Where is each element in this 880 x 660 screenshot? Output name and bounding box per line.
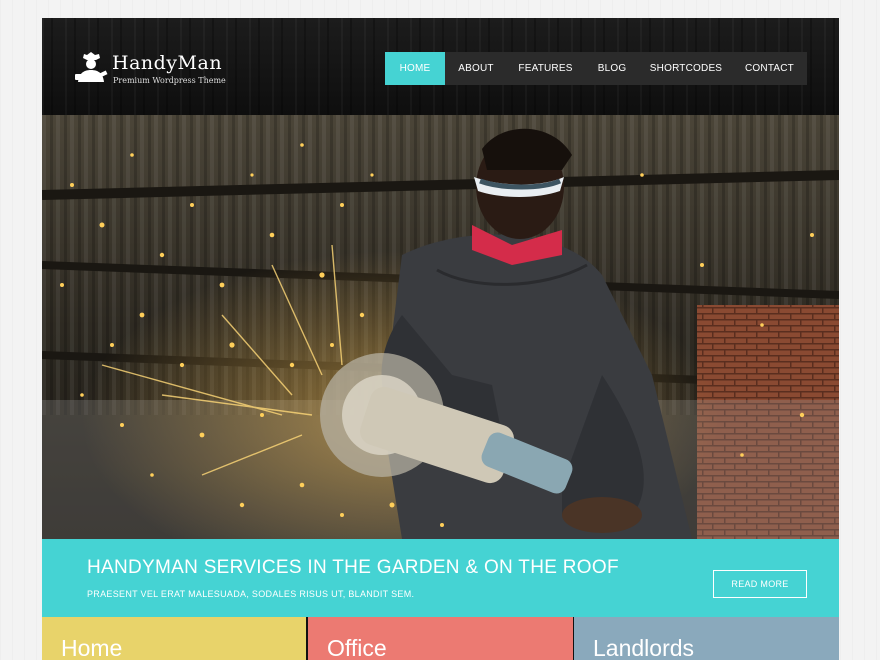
promo-banner: HANDYMAN SERVICES IN THE GARDEN & ON THE…	[42, 539, 839, 617]
tile-office[interactable]: Office	[308, 617, 573, 660]
tile-home[interactable]: Home	[42, 617, 306, 660]
service-tiles: Home Office Landlords	[42, 617, 839, 660]
banner-subtitle: PRAESENT VEL ERAT MALESUADA, SODALES RIS…	[87, 589, 415, 599]
nav-item-contact[interactable]: CONTACT	[732, 52, 807, 85]
tile-home-label: Home	[61, 635, 123, 660]
hero-photo-worker-grinding	[42, 115, 839, 539]
banner-title: HANDYMAN SERVICES IN THE GARDEN & ON THE…	[87, 557, 619, 578]
tile-office-label: Office	[327, 635, 387, 660]
nav-item-about[interactable]: ABOUT	[445, 52, 507, 85]
read-more-button[interactable]: READ MORE	[713, 570, 807, 598]
hero-image	[42, 115, 839, 539]
handyman-logo-icon	[75, 52, 108, 82]
nav-item-home[interactable]: HOME	[385, 52, 445, 85]
main-nav: HOME ABOUT FEATURES BLOG SHORTCODES CONT…	[385, 52, 807, 85]
tile-landlords[interactable]: Landlords	[574, 617, 839, 660]
site-wrapper: HandyMan Premium Wordpress Theme HOME AB…	[42, 18, 839, 660]
nav-item-shortcodes[interactable]: SHORTCODES	[640, 52, 732, 85]
site-header: HandyMan Premium Wordpress Theme HOME AB…	[42, 18, 839, 115]
site-logo[interactable]: HandyMan Premium Wordpress Theme	[74, 52, 226, 92]
nav-item-features[interactable]: FEATURES	[507, 52, 584, 85]
logo-tagline: Premium Wordpress Theme	[113, 76, 226, 85]
logo-name: HandyMan	[112, 52, 223, 74]
nav-item-blog[interactable]: BLOG	[584, 52, 640, 85]
tile-landlords-label: Landlords	[593, 635, 695, 660]
